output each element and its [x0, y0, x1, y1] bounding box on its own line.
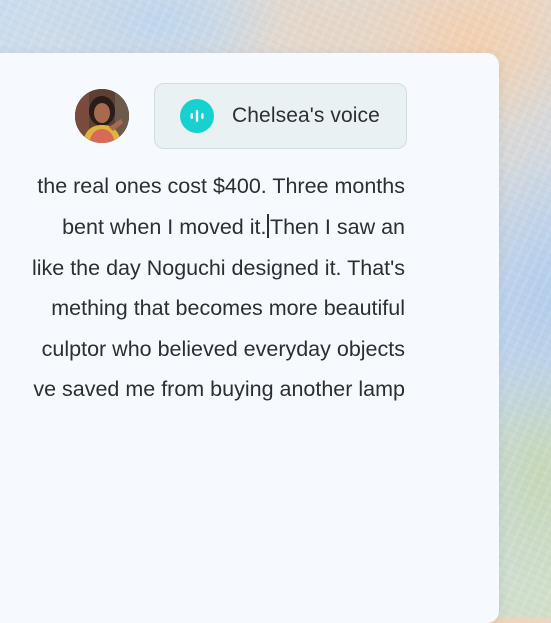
audio-waveform-icon: [180, 99, 214, 133]
text-cursor: [267, 214, 269, 238]
text-line: the real ones cost $400. Three months: [31, 174, 405, 198]
text-line: like the day Noguchi designed it. That's: [26, 256, 405, 280]
text-line: ve saved me from buying another lamp: [33, 377, 405, 401]
text-segment: bent when I moved it.: [62, 215, 267, 239]
editor-panel: Chelsea's voice the real ones cost $400.…: [0, 53, 499, 623]
text-line: mething that becomes more beautiful: [51, 296, 405, 320]
text-line: bent when I moved it. Then I saw an: [0, 212, 499, 242]
voice-selector-button[interactable]: Chelsea's voice: [154, 83, 407, 149]
text-line: culptor who believed everyday objects: [41, 337, 405, 361]
avatar-portrait: [75, 89, 129, 143]
voice-name-label: Chelsea's voice: [232, 104, 380, 127]
user-avatar[interactable]: [75, 89, 129, 143]
text-segment: Then I saw an: [269, 215, 405, 239]
